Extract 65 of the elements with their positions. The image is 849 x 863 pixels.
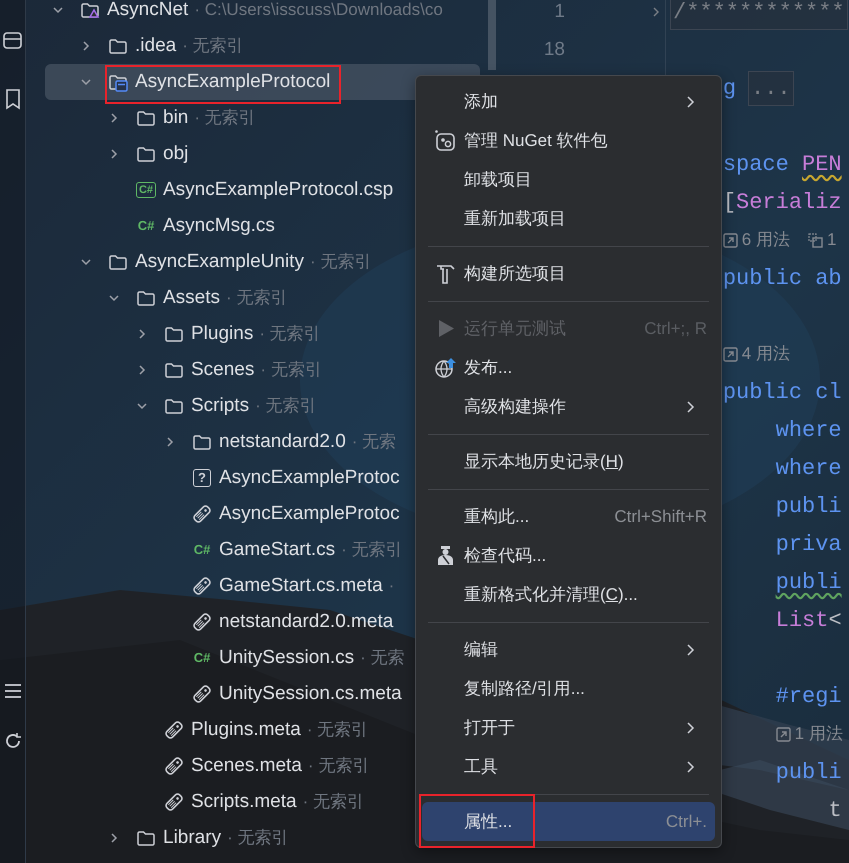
file-name: netstandard2.0.meta bbox=[219, 610, 394, 634]
file-name: Plugins bbox=[191, 322, 254, 346]
file-name: AsyncExampleProtoc bbox=[219, 502, 400, 526]
index-note: · 无索引 bbox=[260, 359, 322, 382]
code-line: #regi bbox=[776, 682, 842, 710]
code-line: publi bbox=[776, 568, 842, 596]
index-note: · 无索引 bbox=[310, 251, 372, 274]
file-name: UnitySession.cs bbox=[219, 646, 354, 670]
file-name: Library bbox=[163, 826, 222, 850]
index-note: · 无索引 bbox=[255, 395, 316, 418]
file-name: UnitySession.cs.meta bbox=[219, 682, 402, 706]
file-name: Assets bbox=[163, 286, 220, 310]
line-number: 1 bbox=[553, 0, 565, 24]
code-line: priva bbox=[776, 530, 842, 558]
file-name: GameStart.cs.meta bbox=[219, 574, 383, 598]
index-note: · 无索 bbox=[352, 431, 396, 454]
file-name: netstandard2.0 bbox=[219, 430, 346, 454]
file-name: bin bbox=[163, 106, 188, 130]
file-name: AsyncExampleProtocol bbox=[135, 70, 330, 94]
file-name: AsyncExampleProtoc bbox=[219, 466, 400, 490]
index-note: · 无索引 bbox=[194, 107, 256, 130]
code-line: public cl bbox=[722, 378, 842, 406]
code-line: [Serializ bbox=[722, 188, 842, 216]
file-name: AsyncExampleProtocol.csp bbox=[163, 178, 394, 202]
file-type-label: C# bbox=[138, 183, 154, 197]
index-note: · 无索引 bbox=[308, 755, 370, 778]
file-name: AsyncExampleUnity bbox=[135, 250, 304, 274]
file-type-label: C# bbox=[194, 651, 210, 665]
index-note: · C:\Users\isscuss\Downloads\co bbox=[194, 0, 443, 22]
usage-hint: 1 bbox=[826, 229, 836, 252]
file-name: AsyncNet bbox=[107, 0, 188, 22]
usage-hint: 4 用法 bbox=[742, 343, 790, 366]
index-note: · 无索引 bbox=[227, 827, 288, 850]
line-number: 18 bbox=[542, 38, 565, 62]
index-note: · 无索 bbox=[360, 647, 405, 670]
file-type-label: C# bbox=[194, 543, 210, 557]
code-line: publi bbox=[776, 758, 842, 786]
code-line: List< bbox=[776, 606, 842, 634]
index-note: · 无索引 bbox=[259, 323, 321, 346]
code-line: space PEN bbox=[722, 150, 842, 178]
file-name: GameStart.cs bbox=[219, 538, 336, 562]
code-line: public ab bbox=[722, 264, 842, 292]
index-note: · 无索引 bbox=[182, 35, 244, 58]
usage-hint: 6 用法 bbox=[742, 229, 790, 252]
code-line: where bbox=[776, 416, 842, 444]
file-name: AsyncMsg.cs bbox=[163, 214, 275, 238]
file-name: Scenes bbox=[191, 358, 254, 382]
index-note: · 无索引 bbox=[226, 287, 288, 310]
file-name: Scripts bbox=[191, 394, 250, 418]
usage-hint: 1 用法 bbox=[794, 723, 843, 746]
file-name: Scenes.meta bbox=[191, 754, 302, 778]
file-name: Plugins.meta bbox=[191, 718, 301, 742]
code-line: where bbox=[776, 454, 842, 482]
question-mark: ? bbox=[198, 471, 206, 485]
code-line: g bbox=[722, 74, 736, 102]
file-name: Scripts.meta bbox=[191, 790, 297, 814]
index-note: · 无索引 bbox=[341, 539, 403, 562]
code-line: publi bbox=[776, 492, 842, 520]
index-note: · bbox=[388, 575, 394, 598]
file-name: .idea bbox=[135, 34, 176, 58]
file-type-label: C# bbox=[138, 219, 154, 233]
index-note: · 无索引 bbox=[306, 719, 368, 742]
file-name: obj bbox=[163, 142, 188, 166]
code-line: t bbox=[828, 796, 842, 824]
index-note: · 无索引 bbox=[302, 791, 364, 814]
